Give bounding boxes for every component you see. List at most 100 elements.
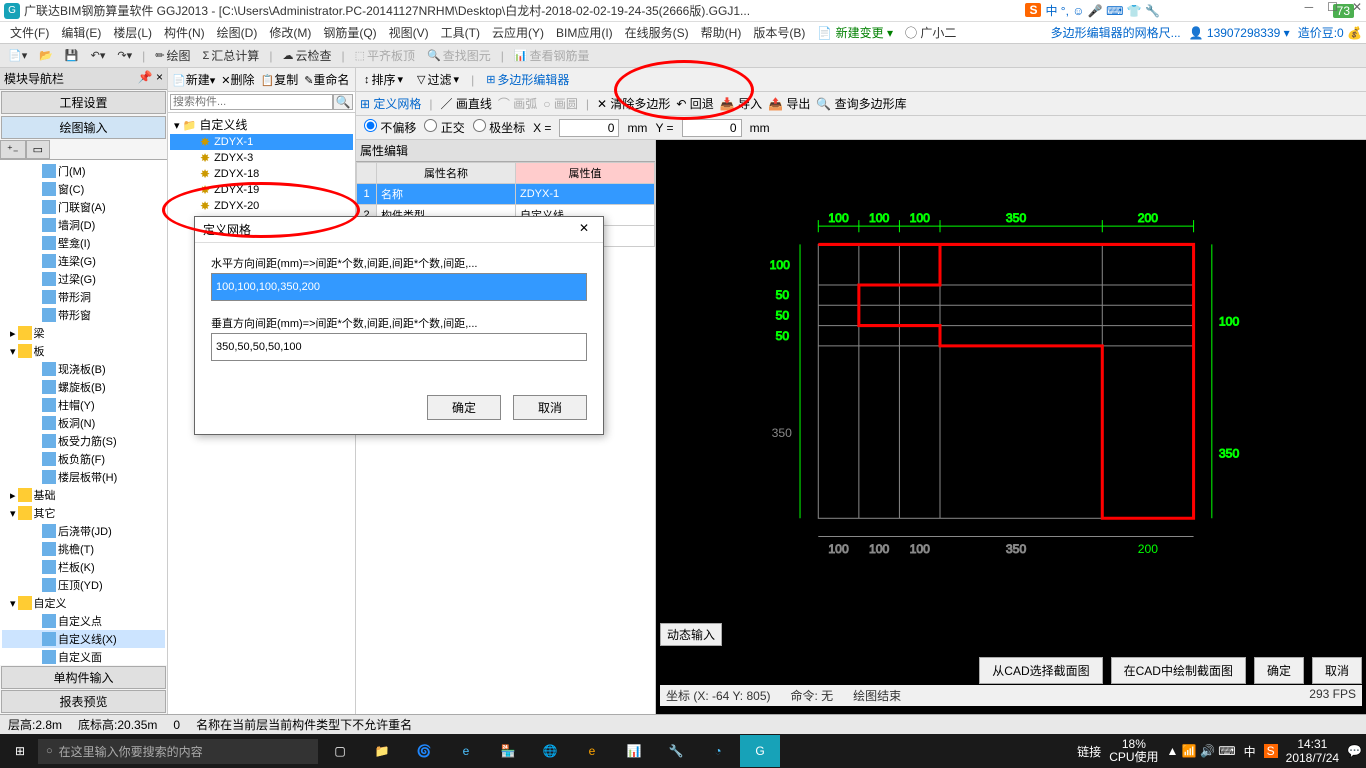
comp-root[interactable]: ▾ 📁 自定义线 — [170, 115, 353, 134]
menu-floor[interactable]: 楼层(L) — [107, 24, 158, 41]
menu-file[interactable]: 文件(F) — [4, 24, 55, 41]
nav-item-自定义线(X)[interactable]: 自定义线(X) — [2, 630, 165, 648]
menu-cloud[interactable]: 云应用(Y) — [486, 24, 550, 41]
nav-item-墙洞(D)[interactable]: 墙洞(D) — [2, 216, 165, 234]
nav-report-preview[interactable]: 报表预览 — [1, 690, 166, 713]
user-indicator[interactable]: ◯ 广小二 — [899, 24, 962, 41]
comp-item-ZDYX-18[interactable]: ✸ ZDYX-18 — [170, 166, 353, 182]
dynamic-input-button[interactable]: 动态输入 — [660, 623, 722, 646]
cad-drawing[interactable]: 100100100 350200 100350 10050 5050 — [656, 140, 1366, 714]
taskbar-app-6[interactable]: e — [572, 735, 612, 767]
taskbar-search[interactable]: ○ 在这里输入你要搜索的内容 — [38, 739, 318, 764]
nav-item-基础[interactable]: ▸ 基础 — [2, 486, 165, 504]
tray-link[interactable]: 链接 — [1077, 743, 1101, 760]
draw-arc-button[interactable]: ⌒ 画弧 — [498, 95, 537, 112]
view-rebar-button[interactable]: 📊 查看钢筋量 — [510, 47, 594, 64]
comp-rename-button[interactable]: ✎重命名 — [302, 71, 351, 88]
nav-item-自定义点[interactable]: 自定义点 — [2, 612, 165, 630]
sogou-icon[interactable]: S — [1025, 3, 1041, 17]
minimize-button[interactable]: ─ — [1305, 0, 1314, 14]
nav-item-板负筋(F)[interactable]: 板负筋(F) — [2, 450, 165, 468]
cloud-check-button[interactable]: ☁ 云检查 — [278, 47, 335, 64]
horizontal-spacing-input[interactable] — [211, 273, 587, 301]
poly-editor-button[interactable]: ⊞ 多边形编辑器 — [482, 71, 573, 88]
offset-none-radio[interactable]: 不偏移 — [364, 119, 416, 136]
sum-button[interactable]: Σ 汇总计算 — [198, 47, 263, 64]
nav-item-窗(C)[interactable]: 窗(C) — [2, 180, 165, 198]
taskbar-app-7[interactable]: 📊 — [614, 735, 654, 767]
comp-item-ZDYX-3[interactable]: ✸ ZDYX-3 — [170, 150, 353, 166]
comp-search-button[interactable]: 🔍 — [333, 94, 353, 110]
comp-copy-button[interactable]: 📋复制 — [258, 71, 300, 88]
nav-item-门联窗(A)[interactable]: 门联窗(A) — [2, 198, 165, 216]
nav-item-压顶(YD)[interactable]: 压顶(YD) — [2, 576, 165, 594]
redo-icon[interactable]: ↷▾ — [113, 49, 136, 62]
maximize-button[interactable]: ☐ — [1327, 0, 1338, 14]
comp-delete-button[interactable]: ✕删除 — [219, 71, 256, 88]
nav-item-过梁(G)[interactable]: 过梁(G) — [2, 270, 165, 288]
nav-item-螺旋板(B)[interactable]: 螺旋板(B) — [2, 378, 165, 396]
dialog-ok-button[interactable]: 确定 — [427, 395, 501, 420]
nav-item-其它[interactable]: ▾ 其它 — [2, 504, 165, 522]
comp-item-ZDYX-1[interactable]: ✸ ZDYX-1 — [170, 134, 353, 150]
prop-row-名称[interactable]: 1名称ZDYX-1 — [357, 184, 655, 205]
cad-cancel-button[interactable]: 取消 — [1312, 657, 1362, 684]
comp-item-ZDYX-20[interactable]: ✸ ZDYX-20 — [170, 198, 353, 214]
phone-number[interactable]: 👤 13907298339 ▾ — [1189, 26, 1290, 40]
nav-item-柱帽(Y)[interactable]: 柱帽(Y) — [2, 396, 165, 414]
nav-project-settings[interactable]: 工程设置 — [1, 91, 166, 114]
nav-item-楼层板带(H)[interactable]: 楼层板带(H) — [2, 468, 165, 486]
nav-item-带形窗[interactable]: 带形窗 — [2, 306, 165, 324]
draw-line-button[interactable]: ／ 画直线 — [441, 95, 492, 112]
import-button[interactable]: 📥 导入 — [720, 95, 762, 112]
nav-tab-list[interactable]: ▭ — [26, 140, 50, 159]
menu-online[interactable]: 在线服务(S) — [619, 24, 695, 41]
close-button[interactable]: ✕ — [1352, 0, 1362, 14]
menu-edit[interactable]: 编辑(E) — [55, 24, 107, 41]
nav-item-连梁(G)[interactable]: 连梁(G) — [2, 252, 165, 270]
in-cad-button[interactable]: 在CAD中绘制截面图 — [1111, 657, 1246, 684]
dialog-cancel-button[interactable]: 取消 — [513, 395, 587, 420]
menu-view[interactable]: 视图(V) — [383, 24, 435, 41]
menu-rebar[interactable]: 钢筋量(Q) — [317, 24, 382, 41]
nav-pin-icon[interactable]: 📌 × — [138, 70, 163, 87]
clear-poly-button[interactable]: ✕ 清除多边形 — [597, 95, 670, 112]
export-button[interactable]: 📤 导出 — [768, 95, 810, 112]
nav-item-挑檐(T)[interactable]: 挑檐(T) — [2, 540, 165, 558]
menu-tools[interactable]: 工具(T) — [435, 24, 486, 41]
define-grid-button[interactable]: ⊞ 定义网格 — [360, 95, 421, 112]
nav-item-现浇板(B)[interactable]: 现浇板(B) — [2, 360, 165, 378]
comp-item-ZDYX-19[interactable]: ✸ ZDYX-19 — [170, 182, 353, 198]
menu-draw[interactable]: 绘图(D) — [211, 24, 264, 41]
comp-search-input[interactable] — [170, 94, 333, 110]
comp-new-button[interactable]: 📄新建▾ — [170, 71, 217, 88]
taskbar-app-9[interactable]: ◔ — [698, 735, 738, 767]
sort-button[interactable]: ↕ 排序 ▾ — [360, 71, 407, 88]
start-button[interactable]: ⊞ — [4, 735, 36, 767]
open-file-icon[interactable]: 📂 — [35, 49, 57, 62]
nav-item-自定义[interactable]: ▾ 自定义 — [2, 594, 165, 612]
menu-version[interactable]: 版本号(B) — [747, 24, 811, 41]
nav-single-input[interactable]: 单构件输入 — [1, 666, 166, 689]
level-slab-button[interactable]: ⬚ 平齐板顶 — [351, 47, 419, 64]
undo-button[interactable]: ↶ 回退 — [676, 95, 713, 112]
draw-circle-button[interactable]: ○ 画圆 — [543, 95, 578, 112]
nav-tab-tree[interactable]: ⁺₋ — [0, 140, 26, 159]
tray-sogou-icon[interactable]: S — [1264, 744, 1278, 758]
save-icon[interactable]: 💾 — [61, 49, 83, 62]
tray-clock[interactable]: 14:312018/7/24 — [1286, 737, 1339, 766]
nav-item-自定义面[interactable]: 自定义面 — [2, 648, 165, 665]
y-input[interactable] — [682, 119, 742, 137]
nav-item-门(M)[interactable]: 门(M) — [2, 162, 165, 180]
polar-radio[interactable]: 极坐标 — [473, 119, 525, 136]
ortho-radio[interactable]: 正交 — [424, 119, 464, 136]
nav-item-板[interactable]: ▾ 板 — [2, 342, 165, 360]
cad-ok-button[interactable]: 确定 — [1254, 657, 1304, 684]
nav-item-后浇带(JD)[interactable]: 后浇带(JD) — [2, 522, 165, 540]
new-file-icon[interactable]: 📄▾ — [4, 49, 31, 62]
menu-modify[interactable]: 修改(M) — [263, 24, 317, 41]
dialog-close-button[interactable]: ✕ — [573, 221, 595, 238]
new-change-button[interactable]: 📄 新建变更 ▾ — [811, 24, 899, 41]
nav-item-板洞(N)[interactable]: 板洞(N) — [2, 414, 165, 432]
find-element-button[interactable]: 🔍 查找图元 — [423, 47, 495, 64]
